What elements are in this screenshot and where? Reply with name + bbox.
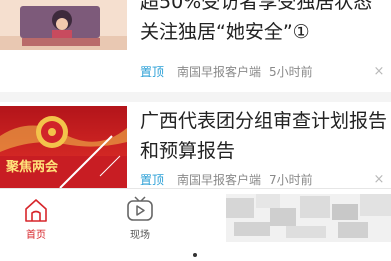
news-thumbnail[interactable] <box>0 0 127 50</box>
tab-home[interactable]: 首页 <box>6 189 66 246</box>
bottom-tab-bar: 首页 现场 <box>0 188 391 245</box>
headline-line: 广西代表团分组审查计划报告 <box>140 110 388 132</box>
banner-text: 聚焦两会 <box>5 159 59 175</box>
news-time: 7小时前 <box>269 173 313 187</box>
headline-line: 超50%受访者享受独居状态 <box>140 0 373 13</box>
redacted-tabs <box>226 194 391 242</box>
news-source: 南国早报客户端 <box>177 65 262 79</box>
tab-label: 首页 <box>26 230 46 241</box>
tab-label: 现场 <box>130 230 150 241</box>
pinned-tag: 置顶 <box>140 65 165 79</box>
news-meta: 置顶 南国早报客户端 5小时前 × <box>140 63 388 81</box>
news-thumbnail[interactable]: 聚焦两会 <box>0 106 127 188</box>
news-source: 南国早报客户端 <box>177 173 262 187</box>
headline-line: 关注独居“她安全”① <box>140 21 310 43</box>
dismiss-icon[interactable]: × <box>370 171 388 189</box>
home-icon <box>22 197 50 227</box>
tab-live[interactable]: 现场 <box>110 189 170 246</box>
news-headline[interactable]: 超50%受访者享受独居状态 关注独居“她安全”① <box>140 0 388 47</box>
dismiss-icon[interactable]: × <box>370 63 388 81</box>
news-item[interactable]: 超50%受访者享受独居状态 关注独居“她安全”① 置顶 南国早报客户端 5小时前… <box>0 0 391 92</box>
headline-line: 和预算报告 <box>140 140 236 162</box>
tv-play-icon <box>126 195 154 227</box>
pinned-tag: 置顶 <box>140 173 165 187</box>
news-headline[interactable]: 广西代表团分组审查计划报告 和预算报告 <box>140 106 388 166</box>
feed-divider <box>0 92 391 102</box>
home-indicator <box>193 253 197 257</box>
news-time: 5小时前 <box>269 65 313 79</box>
news-meta: 置顶 南国早报客户端 7小时前 × <box>140 171 388 189</box>
